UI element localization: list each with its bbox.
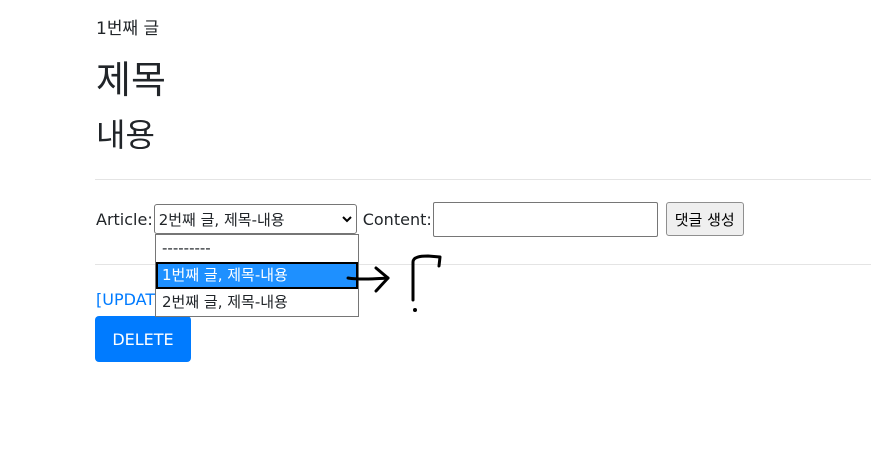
handwritten-arrow-annotation bbox=[346, 254, 442, 312]
